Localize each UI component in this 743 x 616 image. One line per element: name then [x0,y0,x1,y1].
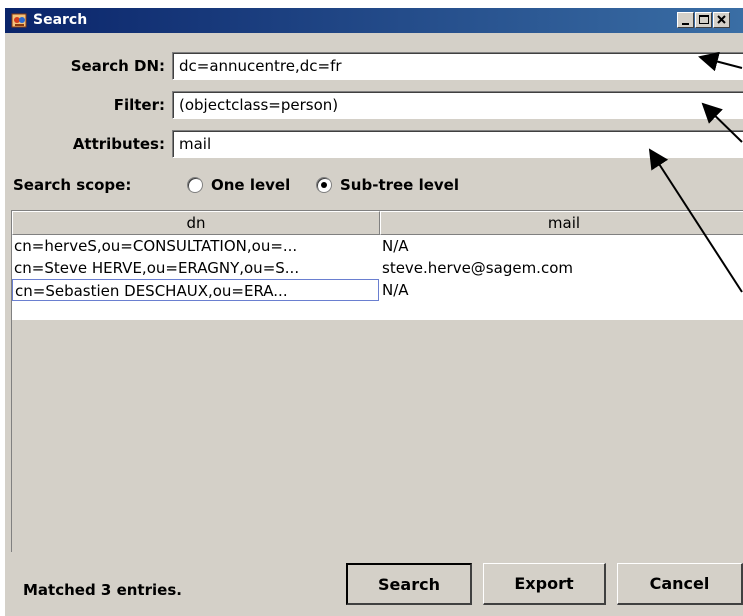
annotation-arrow [701,102,743,143]
annotation-arrows [648,51,743,293]
annotation-arrow [698,51,743,72]
annotation-arrow [648,148,743,293]
